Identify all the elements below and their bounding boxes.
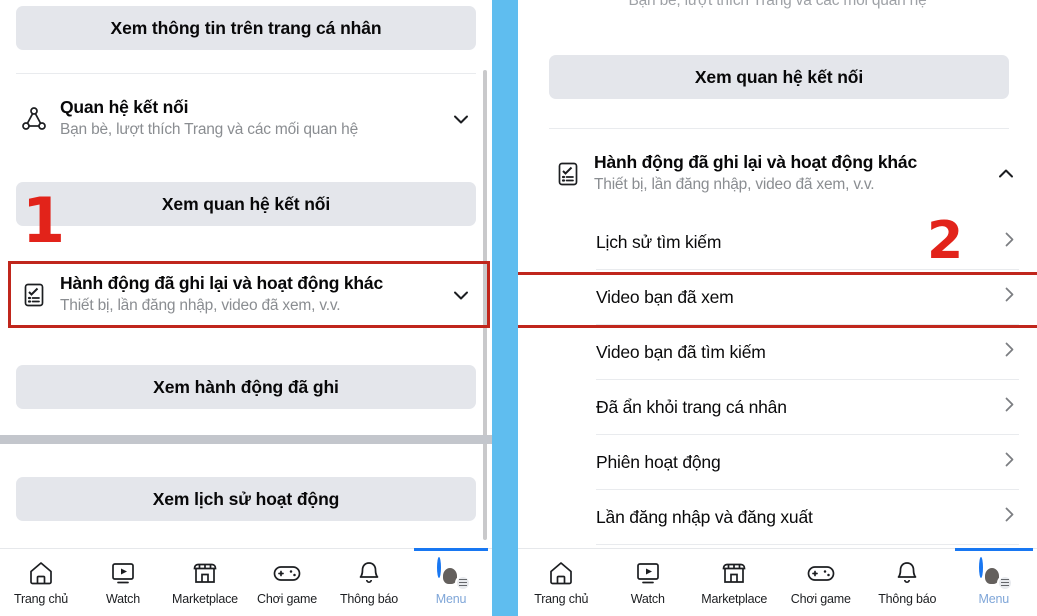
connections-row-title: Quan hệ kết nối xyxy=(60,97,189,118)
nav-item-menu-label: Menu xyxy=(435,592,467,606)
network-nodes-icon xyxy=(14,105,54,133)
list-item-label: Video bạn đã xem xyxy=(596,286,734,307)
nav-item-home[interactable]: Trang chủ xyxy=(518,549,605,616)
list-item-label: Đã ẩn khỏi trang cá nhân xyxy=(596,396,787,417)
connections-row-subtitle: Bạn bè, lượt thích Trang và các mối quan… xyxy=(60,121,359,139)
connections-row[interactable]: Quan hệ kết nối Bạn bè, lượt thích Trang… xyxy=(0,90,492,148)
nav-item-watch[interactable]: Watch xyxy=(82,549,164,616)
view-profile-button-label: Xem thông tin trên trang cá nhân xyxy=(110,17,382,38)
gamepad-icon xyxy=(805,558,837,588)
chevron-up-icon[interactable] xyxy=(989,164,1023,184)
activity-row-subtitle: Thiết bị, lần đăng nhập, video đã xem, v… xyxy=(594,176,875,194)
screenshot-stage: Xem thông tin trên trang cá nhân Quan hệ… xyxy=(0,0,1037,616)
chevron-right-icon[interactable] xyxy=(1000,505,1019,529)
nav-item-watch-label: Watch xyxy=(106,592,140,606)
list-item[interactable]: Đã ẩn khỏi trang cá nhân xyxy=(518,380,1037,434)
nav-item-notifications[interactable]: Thông báo xyxy=(328,549,410,616)
nav-item-notifications-label: Thông báo xyxy=(340,592,398,606)
chevron-right-icon[interactable] xyxy=(1000,450,1019,474)
view-connections-button-label: Xem quan hệ kết nối xyxy=(694,66,864,87)
nav-item-menu[interactable]: Menu xyxy=(410,548,492,616)
chevron-down-icon[interactable] xyxy=(444,285,478,305)
bottom-nav-right: Trang chủ Watch Marketplace Chơi game Th… xyxy=(518,548,1037,616)
list-item-label: Video bạn đã tìm kiếm xyxy=(596,341,766,362)
gamepad-icon xyxy=(271,558,303,588)
list-item-label: Phiên hoạt động xyxy=(596,451,721,472)
list-divider xyxy=(596,544,1019,545)
right-phone-panel: Bạn bè, lượt thích Trang và các mối quan… xyxy=(518,0,1037,616)
home-icon xyxy=(546,558,576,588)
clipboard-check-icon xyxy=(14,281,54,309)
storefront-icon xyxy=(719,558,749,588)
home-icon xyxy=(26,558,56,588)
view-profile-button[interactable]: Xem thông tin trên trang cá nhân xyxy=(16,6,476,50)
avatar xyxy=(436,556,441,578)
view-connections-button[interactable]: Xem quan hệ kết nối xyxy=(549,55,1009,99)
view-activity-log-button-label: Xem hành động đã ghi xyxy=(153,376,339,397)
nav-item-marketplace-label: Marketplace xyxy=(701,592,768,606)
bell-icon xyxy=(892,558,922,588)
list-item-label: Lần đăng nhập và đăng xuất xyxy=(596,506,813,527)
panel-divider xyxy=(492,0,518,616)
chevron-right-icon[interactable] xyxy=(1000,285,1019,309)
storefront-icon xyxy=(190,558,220,588)
nav-item-games[interactable]: Chơi game xyxy=(246,549,328,616)
left-phone-panel: Xem thông tin trên trang cá nhân Quan hệ… xyxy=(0,0,492,616)
activity-row-texts: Hành động đã ghi lại và hoạt động khác T… xyxy=(54,273,444,316)
bell-icon xyxy=(354,558,384,588)
activity-row-title: Hành động đã ghi lại và hoạt động khác xyxy=(594,152,917,173)
activity-row-texts: Hành động đã ghi lại và hoạt động khác T… xyxy=(588,152,989,195)
nav-item-menu[interactable]: Menu xyxy=(951,548,1037,616)
chevron-right-icon[interactable] xyxy=(1000,340,1019,364)
nav-item-watch[interactable]: Watch xyxy=(605,549,692,616)
clipboard-check-icon xyxy=(548,160,588,188)
chevron-down-icon[interactable] xyxy=(444,109,478,129)
list-item[interactable]: Phiên hoạt động xyxy=(518,435,1037,489)
nav-item-marketplace-label: Marketplace xyxy=(172,592,238,606)
chevron-right-icon[interactable] xyxy=(1000,230,1019,254)
avatar-menu-icon xyxy=(979,556,1014,591)
view-connections-button-label: Xem quan hệ kết nối xyxy=(161,193,331,214)
hamburger-badge-icon xyxy=(997,574,1014,591)
hamburger-badge-icon xyxy=(454,574,471,591)
nav-item-home-label: Trang chủ xyxy=(534,592,589,606)
left-section-separator xyxy=(0,435,492,444)
nav-item-marketplace[interactable]: Marketplace xyxy=(164,549,246,616)
view-activity-log-button[interactable]: Xem hành động đã ghi xyxy=(16,365,476,409)
nav-item-games-label: Chơi game xyxy=(257,592,317,606)
nav-item-marketplace[interactable]: Marketplace xyxy=(691,549,778,616)
bottom-nav-left: Trang chủ Watch Marketplace Chơi game Th… xyxy=(0,548,492,616)
nav-item-watch-label: Watch xyxy=(630,592,665,606)
nav-item-games-label: Chơi game xyxy=(790,592,851,606)
view-activity-history-button[interactable]: Xem lịch sử hoạt động xyxy=(16,477,476,521)
activity-row-subtitle: Thiết bị, lần đăng nhập, video đã xem, v… xyxy=(60,297,341,315)
nav-active-underline xyxy=(954,548,1033,551)
nav-item-notifications-label: Thông báo xyxy=(878,592,937,606)
cut-off-subtitle: Bạn bè, lượt thích Trang và các mối quan… xyxy=(628,0,927,9)
nav-item-notifications[interactable]: Thông báo xyxy=(864,549,951,616)
avatar-menu-icon xyxy=(436,556,471,591)
list-item[interactable]: Video bạn đã xem xyxy=(518,270,1037,324)
video-play-icon xyxy=(633,558,663,588)
list-item[interactable]: Lần đăng nhập và đăng xuất xyxy=(518,490,1037,544)
annotation-number-1: 1 xyxy=(22,184,66,257)
connections-row-texts: Quan hệ kết nối Bạn bè, lượt thích Trang… xyxy=(54,97,444,140)
nav-item-games[interactable]: Chơi game xyxy=(778,549,865,616)
right-divider-1 xyxy=(549,128,1009,129)
activity-row[interactable]: Hành động đã ghi lại và hoạt động khác T… xyxy=(534,145,1037,203)
list-item[interactable]: Video bạn đã tìm kiếm xyxy=(518,325,1037,379)
nav-active-underline xyxy=(414,548,488,551)
view-connections-button[interactable]: Xem quan hệ kết nối xyxy=(16,182,476,226)
activity-row[interactable]: Hành động đã ghi lại và hoạt động khác T… xyxy=(0,265,492,325)
left-divider-1 xyxy=(16,73,476,74)
chevron-right-icon[interactable] xyxy=(1000,395,1019,419)
avatar xyxy=(979,556,984,578)
nav-item-home[interactable]: Trang chủ xyxy=(0,549,82,616)
annotation-number-2: 2 xyxy=(927,211,964,271)
activity-row-title: Hành động đã ghi lại và hoạt động khác xyxy=(60,273,383,294)
nav-item-menu-label: Menu xyxy=(978,592,1010,606)
nav-item-home-label: Trang chủ xyxy=(13,592,69,606)
view-activity-history-button-label: Xem lịch sử hoạt động xyxy=(152,488,340,509)
video-play-icon xyxy=(108,558,138,588)
